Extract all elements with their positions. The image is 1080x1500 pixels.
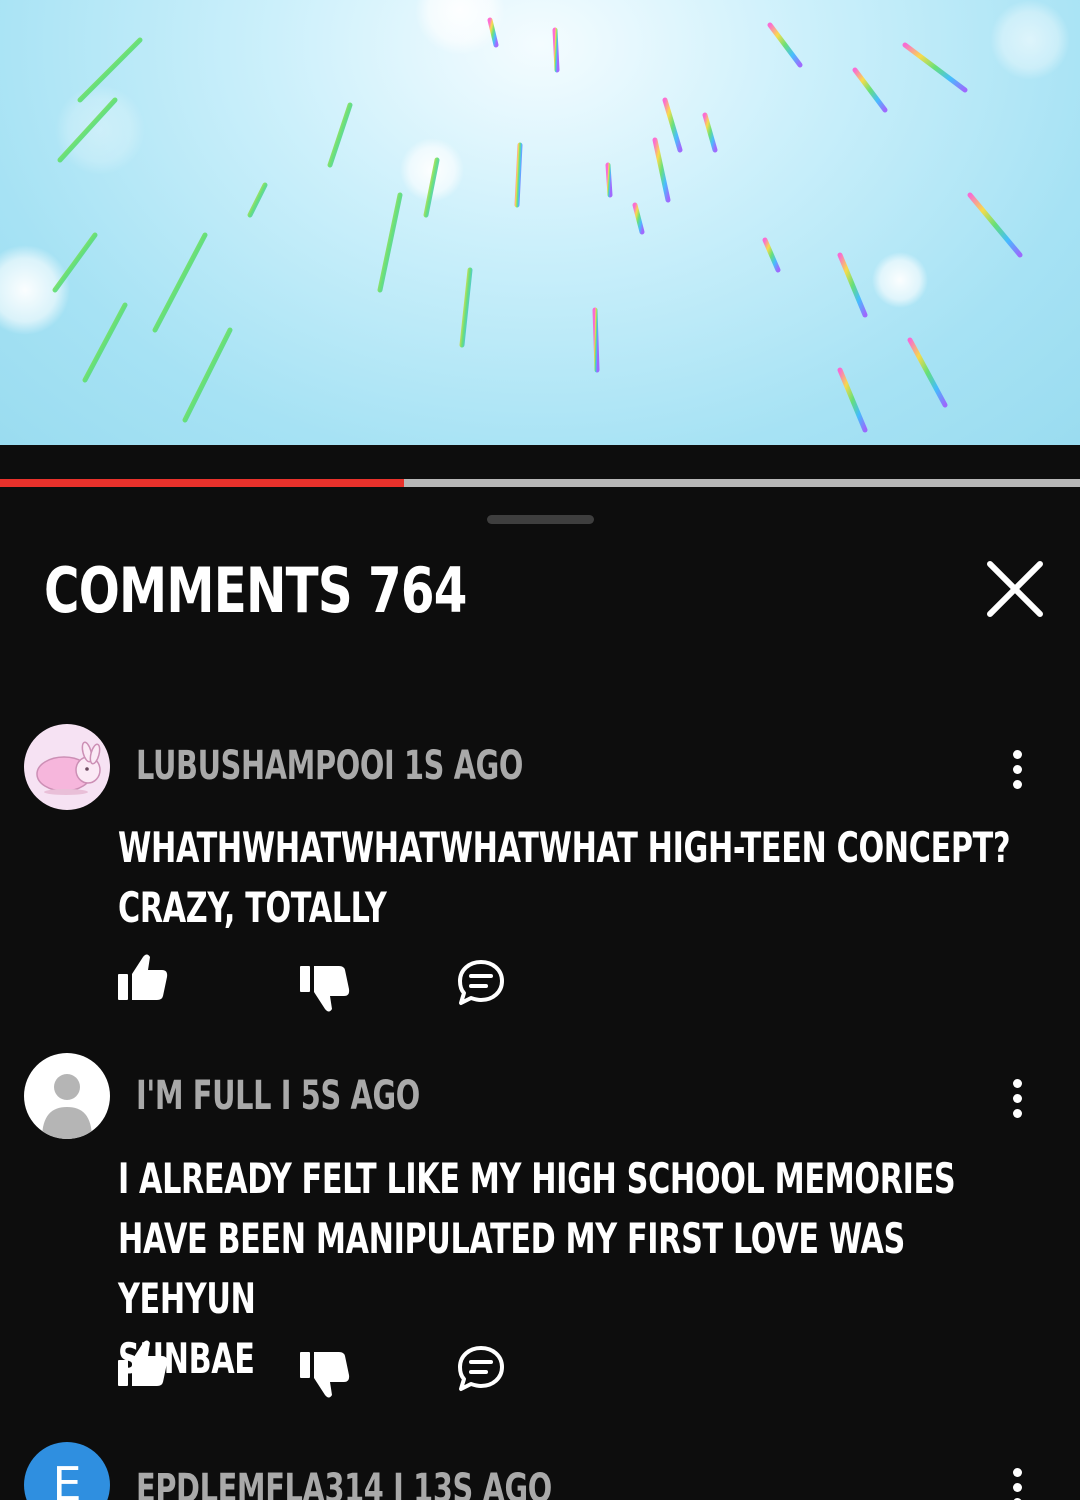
sheet-drag-handle[interactable] <box>487 515 594 524</box>
video-player[interactable] <box>0 0 1080 445</box>
comment-text-line: CRAZY, TOTALLY <box>118 883 387 932</box>
comment-author-meta[interactable]: EPDLEMFLA314 I 13S AGO <box>136 1464 552 1500</box>
app-screen: COMMENTS 764 LUBUSHAMPOOI 1S AGO WHATHWH… <box>0 0 1080 1500</box>
comments-title: COMMENTS 764 <box>44 554 467 627</box>
thumbs-down-icon[interactable] <box>298 962 352 1019</box>
video-frame-art <box>0 0 1070 433</box>
comment-text-line: I ALREADY FELT LIKE MY HIGH SCHOOL MEMOR… <box>118 1154 956 1203</box>
comment-actions <box>116 1336 536 1400</box>
close-icon[interactable] <box>986 560 1044 618</box>
comment-text-line: WHATHWHATWHATWHATWHAT HIGH-TEEN CONCEPT? <box>118 823 1011 872</box>
comment-text: WHATHWHATWHATWHATWHAT HIGH-TEEN CONCEPT?… <box>118 818 1018 938</box>
video-progress-fill <box>0 479 404 487</box>
bunny-avatar[interactable] <box>24 724 110 810</box>
default-person-avatar[interactable] <box>24 1053 110 1139</box>
comment-actions <box>116 950 536 1014</box>
video-bottom-gap <box>0 445 1080 478</box>
thumbs-down-icon[interactable] <box>298 1348 352 1405</box>
video-progress-bar[interactable] <box>0 479 1080 487</box>
reply-icon[interactable] <box>456 958 506 1013</box>
letter-avatar[interactable]: E <box>24 1442 110 1500</box>
comment-author-meta[interactable]: LUBUSHAMPOOI 1S AGO <box>136 741 523 791</box>
comment-text-line: HAVE BEEN MANIPULATED MY FIRST LOVE WAS … <box>118 1214 905 1323</box>
avatar-letter: E <box>52 1457 82 1500</box>
reply-icon[interactable] <box>456 1344 506 1399</box>
thumbs-up-icon[interactable] <box>116 1338 170 1395</box>
comment-author-meta[interactable]: I'M FULL I 5S AGO <box>136 1071 420 1121</box>
more-options-icon[interactable] <box>1004 1079 1030 1125</box>
thumbs-up-icon[interactable] <box>116 952 170 1009</box>
more-options-icon[interactable] <box>1004 1468 1030 1500</box>
more-options-icon[interactable] <box>1004 750 1030 796</box>
